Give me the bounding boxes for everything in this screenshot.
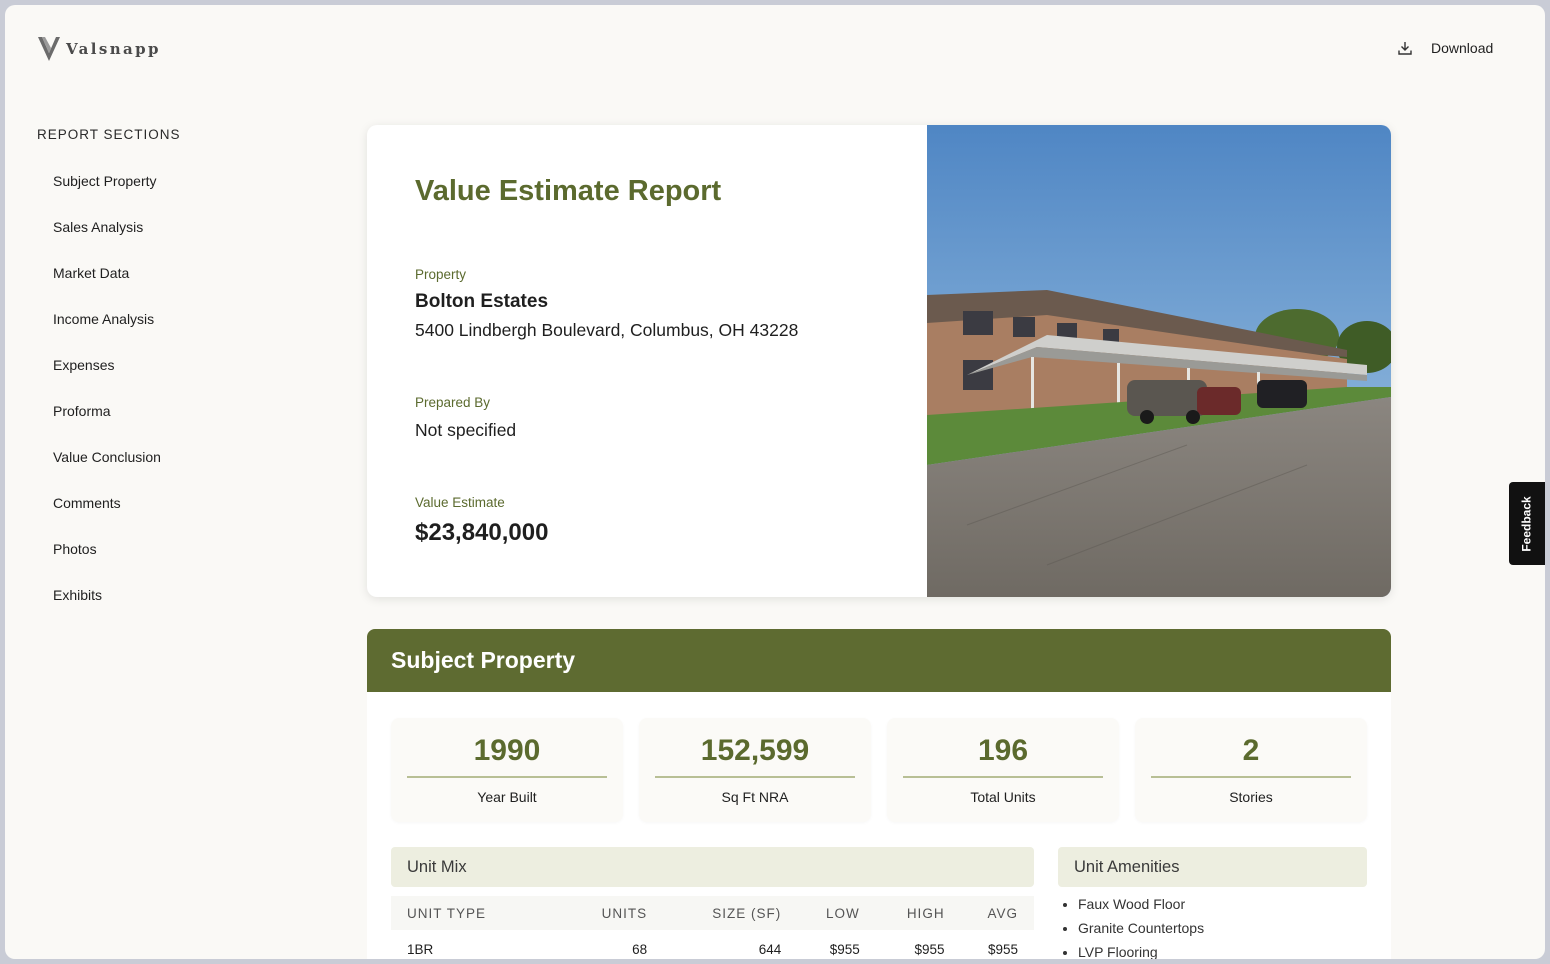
sidebar-item-proforma[interactable]: Proforma: [53, 403, 161, 449]
report-sections-heading: REPORT SECTIONS: [37, 127, 181, 142]
table-header-row: UNIT TYPE UNITS SIZE (SF) LOW HIGH AVG: [391, 896, 1034, 930]
report-sections-nav: Subject Property Sales Analysis Market D…: [53, 173, 161, 633]
feedback-label: Feedback: [1520, 495, 1535, 552]
stat-label: Year Built: [477, 789, 537, 805]
stat-value: 196: [977, 734, 1029, 767]
download-label: Download: [1431, 40, 1494, 56]
property-address: 5400 Lindbergh Boulevard, Columbus, OH 4…: [415, 320, 799, 340]
value-estimate-amount: $23,840,000: [415, 519, 549, 546]
stat-label: Total Units: [970, 789, 1036, 805]
stat-label: Stories: [1229, 789, 1273, 805]
sidebar-item-expenses[interactable]: Expenses: [53, 357, 161, 403]
valsnapp-logo-icon: [38, 37, 60, 61]
subject-property-title: Subject Property: [367, 629, 1391, 692]
stat-stories: 2 Stories: [1135, 718, 1367, 822]
sidebar-item-exhibits[interactable]: Exhibits: [53, 587, 161, 633]
feedback-tab[interactable]: Feedback: [1509, 482, 1545, 565]
list-item: LVP Flooring: [1078, 944, 1367, 959]
col-units: UNITS: [566, 896, 664, 930]
stat-value: 152,599: [700, 734, 810, 767]
prepared-by-label: Prepared By: [415, 395, 491, 410]
cell-low: $955: [829, 941, 860, 957]
property-photo: [927, 125, 1391, 597]
col-size: SIZE (SF): [663, 896, 798, 930]
cell-units: 68: [632, 941, 648, 957]
sidebar-item-comments[interactable]: Comments: [53, 495, 161, 541]
download-icon: [1398, 42, 1412, 55]
unit-amenities-title: Unit Amenities: [1058, 847, 1367, 887]
subject-property-section: Subject Property 1990 Year Built 152,599…: [367, 629, 1391, 959]
report-title: Value Estimate Report: [415, 175, 722, 207]
cell-unit-type: 1BR: [407, 941, 434, 957]
sidebar-item-market-data[interactable]: Market Data: [53, 265, 161, 311]
col-low: LOW: [797, 896, 876, 930]
stat-label: Sq Ft NRA: [721, 789, 789, 805]
sidebar-item-value-conclusion[interactable]: Value Conclusion: [53, 449, 161, 495]
property-label: Property: [415, 267, 467, 282]
sidebar-item-sales-analysis[interactable]: Sales Analysis: [53, 219, 161, 265]
cell-size: 644: [758, 941, 782, 957]
brand-logo[interactable]: Valsnapp: [37, 36, 161, 62]
property-name: Bolton Estates: [415, 291, 549, 312]
download-button[interactable]: Download: [1397, 40, 1493, 56]
list-item: Faux Wood Floor: [1078, 896, 1367, 920]
stat-sq-ft-nra: 152,599 Sq Ft NRA: [639, 718, 871, 822]
stat-divider: [903, 776, 1103, 778]
prepared-by-value: Not specified: [415, 420, 517, 440]
list-item: Granite Countertops: [1078, 920, 1367, 944]
unit-mix-title: Unit Mix: [391, 847, 1034, 887]
app-window: Valsnapp Download REPORT SECTIONS Subjec…: [5, 5, 1545, 959]
stat-divider: [1151, 776, 1351, 778]
sidebar-item-income-analysis[interactable]: Income Analysis: [53, 311, 161, 357]
stat-divider: [655, 776, 855, 778]
value-estimate-label: Value Estimate: [415, 495, 505, 510]
stat-value: 2: [1242, 734, 1260, 767]
unit-amenities-panel: Unit Amenities Faux Wood Floor Granite C…: [1058, 847, 1367, 959]
amenity-list: Faux Wood Floor Granite Countertops LVP …: [1058, 896, 1367, 959]
col-high: HIGH: [875, 896, 961, 930]
stat-total-units: 196 Total Units: [887, 718, 1119, 822]
stat-value: 1990: [473, 734, 541, 767]
cell-avg: $955: [987, 941, 1018, 957]
table-row: 1BR 68 644 $955 $955 $955: [391, 930, 1034, 959]
sidebar-item-subject-property[interactable]: Subject Property: [53, 173, 161, 219]
stat-divider: [407, 776, 607, 778]
col-unit-type: UNIT TYPE: [391, 896, 567, 930]
brand-name: Valsnapp: [66, 40, 161, 58]
sidebar-item-photos[interactable]: Photos: [53, 541, 161, 587]
stat-year-built: 1990 Year Built: [391, 718, 623, 822]
unit-mix-panel: Unit Mix UNIT TYPE UNITS SIZE (SF) LOW H…: [391, 847, 1034, 959]
cell-high: $955: [914, 941, 945, 957]
property-stats: 1990 Year Built 152,599 Sq Ft NRA 196 To…: [391, 718, 1367, 822]
unit-mix-table: UNIT TYPE UNITS SIZE (SF) LOW HIGH AVG 1…: [391, 896, 1034, 959]
report-summary-card: Value Estimate Report Property Bolton Es…: [367, 125, 1391, 597]
col-avg: AVG: [960, 896, 1034, 930]
